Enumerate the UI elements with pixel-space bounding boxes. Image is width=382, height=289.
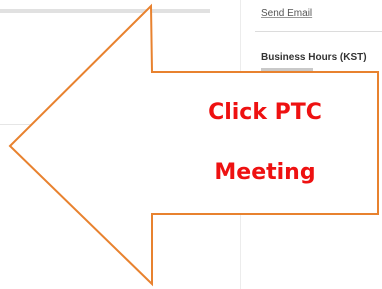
callout-text-line1: Click PTC bbox=[208, 100, 322, 125]
callout-text-line2: Meeting bbox=[214, 160, 316, 185]
callout-arrow bbox=[8, 3, 379, 287]
screenshot-root: Send Email Business Hours (KST) Click PT… bbox=[0, 0, 382, 289]
left-arrow-shape bbox=[8, 3, 379, 287]
